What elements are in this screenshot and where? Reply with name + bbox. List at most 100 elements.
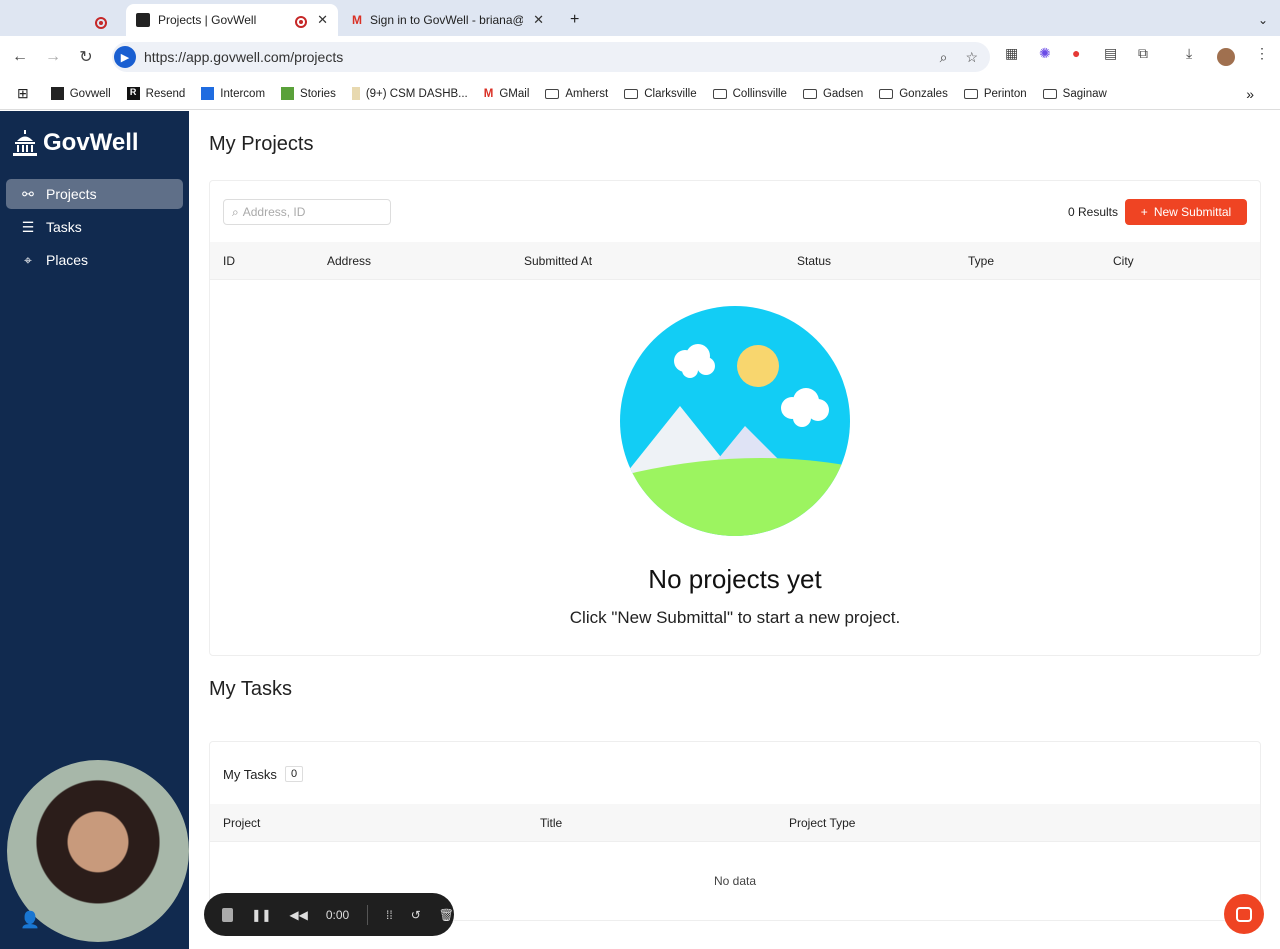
grid-icon[interactable]: ⁞⁞: [386, 908, 393, 922]
main-content: My Projects ⌕ Address, ID 0 Results + Ne…: [189, 111, 1280, 949]
close-tab-icon[interactable]: ✕: [533, 12, 544, 28]
empty-state-illustration: [620, 306, 850, 536]
bookmark-label: Govwell: [69, 87, 111, 100]
column-header[interactable]: Address: [327, 254, 371, 268]
sidebar-item-tasks[interactable]: ☰ Tasks: [6, 212, 183, 242]
bookmark-folder-gonzales[interactable]: Gonzales: [879, 88, 948, 100]
search-placeholder: Address, ID: [242, 205, 306, 219]
chat-launcher-button[interactable]: [1224, 894, 1264, 934]
column-header[interactable]: ID: [223, 254, 235, 268]
extension-icon[interactable]: ▦: [1005, 45, 1018, 62]
brand-name: GovWell: [43, 129, 139, 156]
stop-recording-button[interactable]: [222, 907, 234, 922]
bookmark-label: Amherst: [565, 87, 609, 100]
brand-logo[interactable]: GovWell: [13, 129, 139, 157]
bookmark-govwell[interactable]: Govwell: [50, 87, 111, 100]
bookmark-stories[interactable]: Stories: [281, 87, 336, 100]
browser-tab-projects[interactable]: Projects | GovWell ✕: [126, 4, 338, 36]
extension-icon[interactable]: ●: [1072, 45, 1080, 61]
tasks-card-title: My Tasks: [223, 766, 277, 782]
search-input[interactable]: ⌕ Address, ID: [223, 199, 391, 225]
stories-icon: [281, 87, 295, 100]
column-header[interactable]: Status: [797, 254, 831, 268]
column-header[interactable]: City: [1113, 254, 1134, 268]
site-info-icon[interactable]: ▶: [114, 46, 136, 68]
folder-icon: [963, 88, 978, 99]
column-header[interactable]: Type: [968, 254, 994, 268]
tasks-heading: My Tasks: [209, 678, 292, 700]
projects-card: ⌕ Address, ID 0 Results + New Submittal …: [209, 180, 1261, 656]
profile-avatar[interactable]: [1217, 48, 1235, 66]
projects-heading: My Projects: [209, 133, 314, 155]
bookmark-folder-gadsen[interactable]: Gadsen: [802, 88, 863, 100]
browser-tab-gmail[interactable]: M Sign in to GovWell - briana@g ✕: [342, 4, 554, 36]
tasks-card-header: My Tasks 0: [223, 766, 304, 782]
bookmark-resend[interactable]: R Resend: [126, 87, 185, 100]
sidebar-item-label: Tasks: [46, 219, 82, 235]
gmail-favicon-icon: M: [352, 13, 362, 27]
bookmark-label: Gonzales: [899, 87, 948, 100]
sidebar-item-label: Places: [46, 252, 89, 268]
reload-icon[interactable]: ↻: [69, 47, 103, 67]
tab-title: Sign in to GovWell - briana@g: [370, 13, 524, 27]
back-icon[interactable]: ←: [3, 48, 37, 66]
chat-icon: [1236, 906, 1252, 922]
column-header[interactable]: Submitted At: [524, 254, 592, 268]
bookmark-folder-perinton[interactable]: Perinton: [963, 87, 1027, 100]
new-submittal-label: New Submittal: [1153, 205, 1232, 219]
sidebar-item-places[interactable]: ⌖ Places: [6, 245, 183, 275]
projects-icon: ⚯: [22, 185, 34, 202]
tab-search-icon[interactable]: ⌄: [1248, 4, 1278, 36]
zoom-icon[interactable]: ⌕: [940, 49, 948, 66]
gmail-icon: M: [483, 87, 494, 100]
bookmark-folder-clarksville[interactable]: Clarksville: [624, 88, 697, 100]
extension-icon[interactable]: ▤: [1104, 45, 1117, 62]
restart-icon[interactable]: ↺: [411, 908, 421, 922]
bookmark-label: (9+) CSM DASHB...: [365, 87, 468, 100]
more-bookmarks-icon[interactable]: »: [1246, 86, 1254, 102]
address-bar-row: ← → ↻ ▶ https://app.govwell.com/projects…: [0, 36, 1280, 78]
tasks-count-badge: 0: [284, 766, 304, 782]
recording-timer: 0:00: [325, 907, 350, 922]
bookmarks-bar: ⊞ Govwell R Resend Intercom Stories (9+) …: [0, 78, 1280, 110]
rewind-icon[interactable]: ◀◀: [289, 908, 307, 922]
column-header[interactable]: Project: [223, 816, 260, 830]
browser-tab-strip: Projects | GovWell ✕ M Sign in to GovWel…: [0, 0, 1280, 36]
recording-indicator-icon: [95, 12, 107, 30]
sidebar-item-label: Projects: [46, 186, 97, 202]
extensions-puzzle-icon[interactable]: ⧉: [1138, 45, 1148, 62]
column-header[interactable]: Project Type: [789, 816, 855, 830]
bookmark-csm-dashboard[interactable]: (9+) CSM DASHB...: [351, 87, 468, 100]
bookmark-folder-collinsville[interactable]: Collinsville: [712, 87, 787, 100]
trash-icon[interactable]: 🗑: [439, 908, 454, 922]
apps-grid-icon[interactable]: ⊞: [17, 85, 29, 102]
browser-menu-icon[interactable]: ⋮: [1255, 45, 1269, 62]
results-count: 0 Results: [1067, 205, 1118, 219]
capitol-icon: [13, 130, 37, 156]
bookmark-label: Collinsville: [732, 87, 787, 100]
bookmark-intercom[interactable]: Intercom: [201, 87, 265, 100]
user-account-icon[interactable]: 👤: [20, 910, 40, 930]
search-icon: ⌕: [232, 204, 239, 219]
sidebar-item-projects[interactable]: ⚯ Projects: [6, 179, 183, 209]
forward-icon[interactable]: →: [36, 48, 70, 66]
extension-icon[interactable]: ✺: [1039, 45, 1051, 62]
govwell-favicon-icon: [136, 13, 150, 27]
download-icon[interactable]: ⤓: [1186, 45, 1192, 62]
bookmark-folder-saginaw[interactable]: Saginaw: [1042, 88, 1107, 100]
url-bar[interactable]: ▶ https://app.govwell.com/projects ⌕ ☆: [112, 42, 990, 72]
bookmark-gmail[interactable]: M GMail: [484, 88, 530, 100]
bookmark-label: Intercom: [220, 87, 266, 100]
bookmark-label: Perinton: [983, 87, 1027, 100]
tasks-checklist-icon: ☰: [21, 218, 35, 235]
new-tab-button[interactable]: +: [560, 4, 589, 36]
close-tab-icon[interactable]: ✕: [317, 12, 328, 28]
divider: [367, 904, 369, 925]
tab-title: Projects | GovWell: [158, 13, 257, 27]
pause-icon[interactable]: ❚❚: [251, 908, 271, 922]
column-header[interactable]: Title: [540, 816, 562, 830]
bookmark-star-icon[interactable]: ☆: [965, 49, 978, 66]
bookmark-folder-amherst[interactable]: Amherst: [545, 88, 608, 100]
new-submittal-button[interactable]: + New Submittal: [1125, 199, 1247, 225]
folder-icon: [545, 88, 560, 99]
